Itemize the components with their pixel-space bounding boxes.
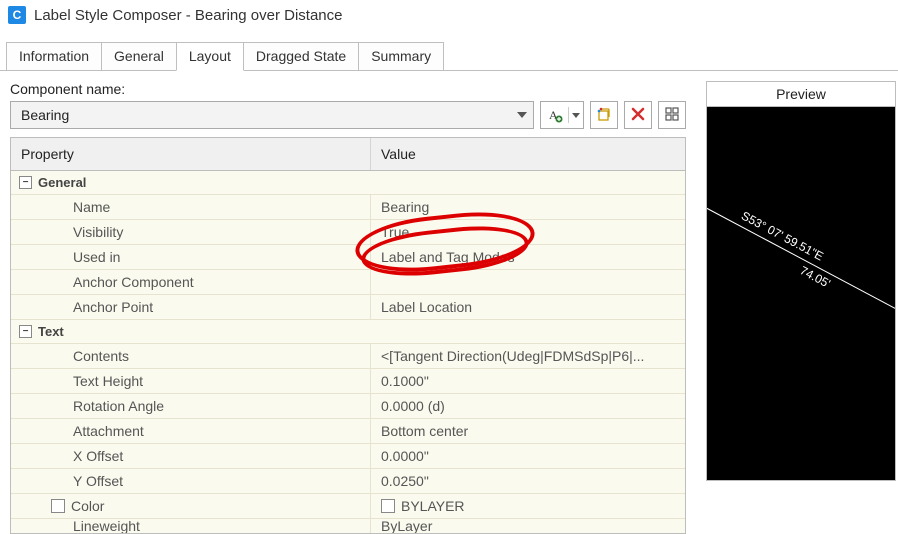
- copy-component-button[interactable]: [590, 101, 618, 129]
- app-icon: C: [8, 6, 26, 24]
- row-visibility[interactable]: Visibility True: [11, 220, 685, 245]
- row-contents[interactable]: Contents <[Tangent Direction(Udeg|FDMSdS…: [11, 344, 685, 369]
- row-lineweight[interactable]: Lineweight ByLayer: [11, 519, 685, 533]
- tab-strip: Information General Layout Dragged State…: [0, 30, 898, 71]
- row-color[interactable]: Color BYLAYER: [11, 494, 685, 519]
- prop-visibility-value[interactable]: True: [371, 220, 685, 244]
- prop-anchor-point-label: Anchor Point: [11, 295, 371, 319]
- header-property[interactable]: Property: [11, 138, 371, 170]
- property-grid-header: Property Value: [11, 138, 685, 171]
- copy-component-icon: [596, 106, 612, 125]
- component-name-value: Bearing: [21, 107, 69, 123]
- prop-rotation-angle-label: Rotation Angle: [11, 394, 371, 418]
- section-text: − Text: [11, 320, 685, 344]
- color-label-text: Color: [71, 498, 104, 514]
- row-y-offset[interactable]: Y Offset 0.0250": [11, 469, 685, 494]
- tab-dragged-state[interactable]: Dragged State: [243, 42, 359, 70]
- prop-color-value[interactable]: BYLAYER: [371, 494, 685, 518]
- prop-contents-label: Contents: [11, 344, 371, 368]
- row-anchor-point[interactable]: Anchor Point Label Location: [11, 295, 685, 320]
- row-attachment[interactable]: Attachment Bottom center: [11, 419, 685, 444]
- prop-contents-value[interactable]: <[Tangent Direction(Udeg|FDMSdSp|P6|...: [371, 344, 685, 368]
- header-value[interactable]: Value: [371, 138, 685, 170]
- prop-color-label: Color: [11, 494, 371, 518]
- row-x-offset[interactable]: X Offset 0.0000": [11, 444, 685, 469]
- prop-visibility-label: Visibility: [11, 220, 371, 244]
- row-name[interactable]: Name Bearing: [11, 195, 685, 220]
- preview-bearing-text: S53° 07' 59.51"E: [739, 209, 826, 264]
- prop-y-offset-value[interactable]: 0.0250": [371, 469, 685, 493]
- prop-name-value[interactable]: Bearing: [371, 195, 685, 219]
- window-titlebar: C Label Style Composer - Bearing over Di…: [0, 0, 898, 30]
- section-label: General: [38, 175, 86, 190]
- prop-anchor-component-label: Anchor Component: [11, 270, 371, 294]
- section-label: Text: [38, 324, 64, 339]
- preview-canvas[interactable]: S53° 07' 59.51"E 74.05': [707, 107, 895, 480]
- prop-lineweight-value[interactable]: ByLayer: [371, 519, 685, 533]
- checkbox-icon[interactable]: [51, 499, 65, 513]
- prop-text-height-label: Text Height: [11, 369, 371, 393]
- tab-general[interactable]: General: [101, 42, 177, 70]
- add-text-component-icon: A: [541, 107, 569, 123]
- color-swatch-icon[interactable]: [381, 499, 395, 513]
- preview-title: Preview: [707, 82, 895, 107]
- prop-used-in-value[interactable]: Label and Tag Modes: [371, 245, 685, 269]
- tab-layout[interactable]: Layout: [176, 42, 244, 71]
- prop-x-offset-value[interactable]: 0.0000": [371, 444, 685, 468]
- color-value-text: BYLAYER: [401, 498, 465, 514]
- component-name-label: Component name:: [10, 81, 686, 97]
- tab-summary[interactable]: Summary: [358, 42, 444, 70]
- component-order-icon: [664, 106, 680, 125]
- prop-attachment-value[interactable]: Bottom center: [371, 419, 685, 443]
- preview-distance-text: 74.05': [798, 263, 833, 291]
- delete-component-icon: [630, 106, 646, 125]
- preview-panel: Preview S53° 07' 59.51"E 74.05': [706, 81, 896, 481]
- row-text-height[interactable]: Text Height 0.1000": [11, 369, 685, 394]
- prop-attachment-label: Attachment: [11, 419, 371, 443]
- prop-x-offset-label: X Offset: [11, 444, 371, 468]
- row-rotation-angle[interactable]: Rotation Angle 0.0000 (d): [11, 394, 685, 419]
- window-title: Label Style Composer - Bearing over Dist…: [34, 7, 342, 24]
- tab-information[interactable]: Information: [6, 42, 102, 70]
- property-grid: Property Value − General Name Bearing Vi…: [10, 137, 686, 534]
- row-used-in[interactable]: Used in Label and Tag Modes: [11, 245, 685, 270]
- prop-anchor-component-value[interactable]: [371, 270, 685, 294]
- collapse-icon[interactable]: −: [19, 325, 32, 338]
- prop-rotation-angle-value[interactable]: 0.0000 (d): [371, 394, 685, 418]
- collapse-icon[interactable]: −: [19, 176, 32, 189]
- prop-lineweight-label: Lineweight: [11, 519, 371, 533]
- section-general: − General: [11, 171, 685, 195]
- visibility-value-text: True: [381, 224, 409, 240]
- prop-name-label: Name: [11, 195, 371, 219]
- delete-component-button[interactable]: [624, 101, 652, 129]
- row-anchor-component[interactable]: Anchor Component: [11, 270, 685, 295]
- chevron-down-icon: [517, 112, 527, 118]
- prop-y-offset-label: Y Offset: [11, 469, 371, 493]
- component-name-dropdown[interactable]: Bearing: [10, 101, 534, 129]
- prop-anchor-point-value[interactable]: Label Location: [371, 295, 685, 319]
- prop-used-in-label: Used in: [11, 245, 371, 269]
- used-in-value-text: Label and Tag Modes: [381, 249, 515, 265]
- add-component-button[interactable]: A: [540, 101, 584, 129]
- prop-text-height-value[interactable]: 0.1000": [371, 369, 685, 393]
- chevron-down-icon: [569, 113, 583, 118]
- component-order-button[interactable]: [658, 101, 686, 129]
